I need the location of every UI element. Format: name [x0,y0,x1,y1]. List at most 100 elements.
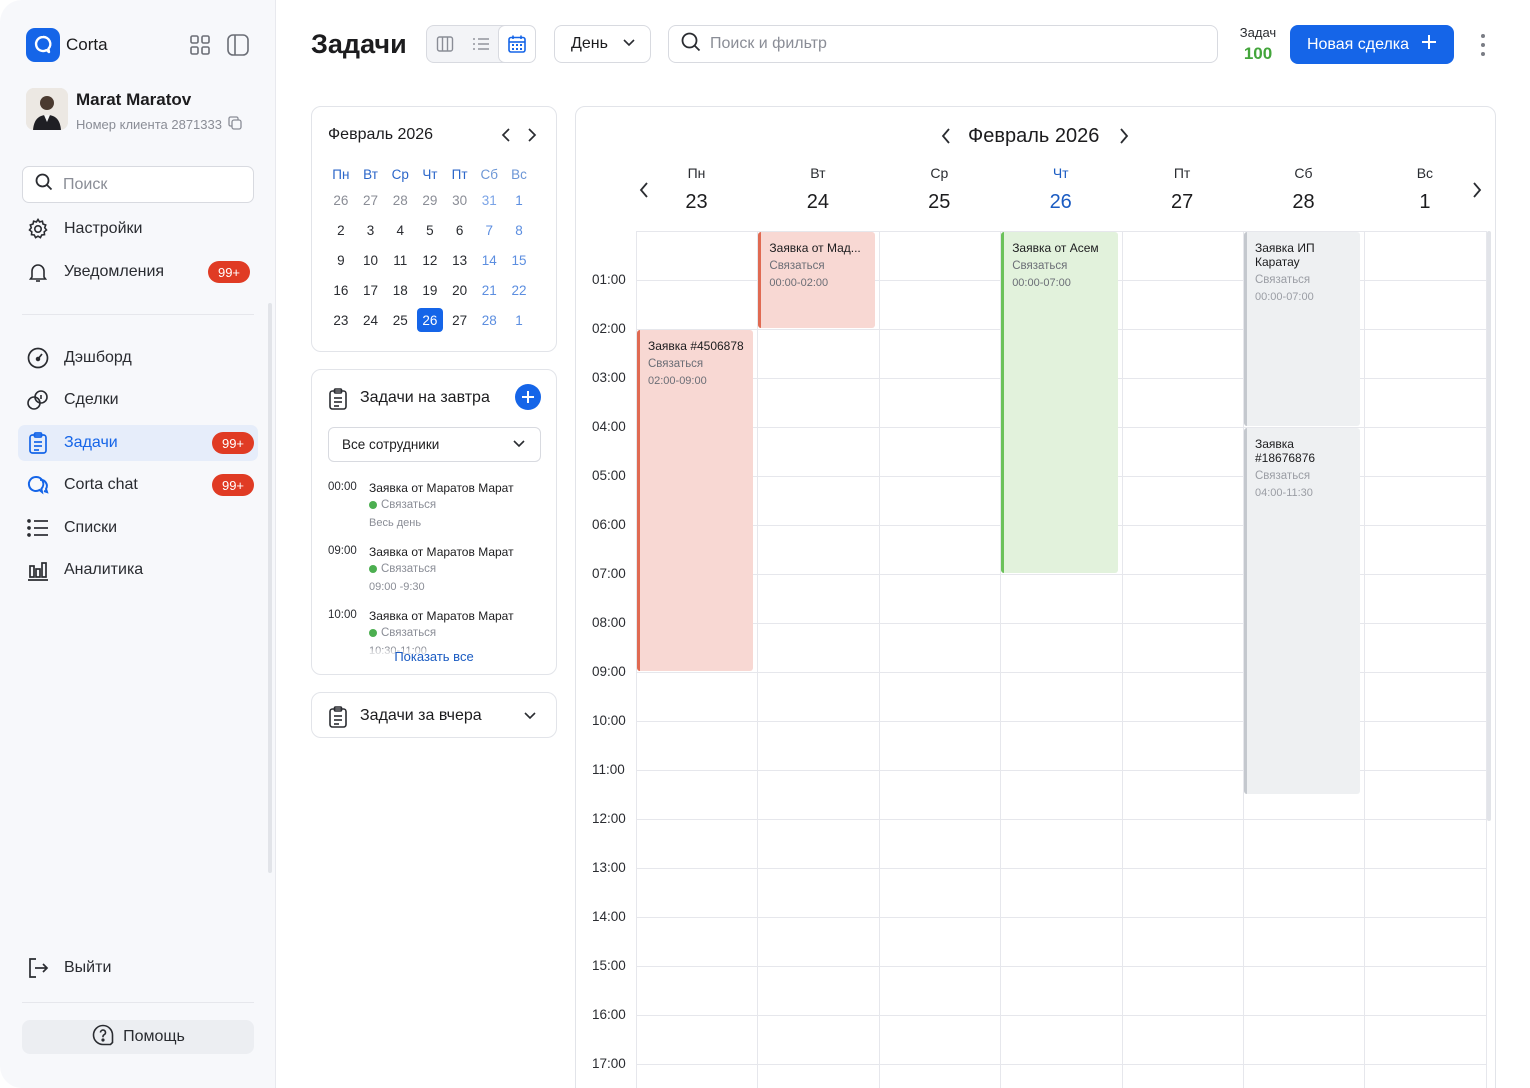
hour-label: 11:00 [592,762,625,777]
add-task-button[interactable] [515,384,541,410]
mini-calendar-day[interactable]: 1 [504,305,534,335]
mini-calendar-day[interactable]: 10 [356,245,386,275]
calendar-event[interactable]: Заявка от Асем Связаться 00:00-07:00 [1001,232,1118,573]
next-month-icon[interactable] [1116,126,1132,146]
sidebar-item-notifications[interactable]: Уведомления 99+ [18,254,258,290]
chevron-right-icon[interactable] [524,126,540,144]
user-profile[interactable]: Marat Maratov Номер клиента 2871333 [26,88,242,133]
mini-calendar-day[interactable]: 27 [445,305,475,335]
mini-calendar-day[interactable]: 5 [415,215,445,245]
hour-label: 07:00 [592,566,626,581]
mini-calendar-day[interactable]: 21 [474,275,504,305]
weekday-header: Сб [480,166,499,182]
chevron-left-icon[interactable] [498,126,514,144]
view-switcher [426,25,536,63]
tasks-yesterday-panel[interactable]: Задачи за вчера [311,692,557,738]
apps-grid-icon[interactable] [188,33,212,57]
sidebar-search-input[interactable]: Поиск [22,166,254,203]
more-options-icon[interactable] [1473,34,1493,56]
sidebar-item-tasks[interactable]: Задачи 99+ [18,425,258,461]
calendar-event[interactable]: Заявка от Мад... Связаться 00:00-02:00 [758,232,875,328]
show-all-link[interactable]: Показать все [312,649,556,664]
mini-calendar-day[interactable]: 8 [504,215,534,245]
mini-calendar-day[interactable]: 23 [326,305,356,335]
day-header[interactable]: Чт 26 [1000,165,1121,214]
calendar-event[interactable]: Заявка #4506878 Связаться 02:00-09:00 [637,330,754,671]
mini-calendar-day[interactable]: 26 [415,305,445,335]
sidebar-item-dashboard[interactable]: Дэшборд [18,340,258,376]
mini-calendar-day[interactable]: 2 [326,215,356,245]
mini-calendar-day[interactable]: 17 [356,275,386,305]
calendar-view-icon[interactable] [498,25,536,63]
mini-calendar-day[interactable]: 6 [445,215,475,245]
mini-calendar-day[interactable]: 26 [326,185,356,215]
mini-calendar-day[interactable]: 15 [504,245,534,275]
day-header[interactable]: Сб 28 [1243,165,1364,214]
mini-calendar-day[interactable]: 9 [326,245,356,275]
mini-calendar-day[interactable]: 7 [474,215,504,245]
sidebar-item-lists[interactable]: Списки [18,510,258,546]
user-name: Marat Maratov [76,90,192,109]
mini-calendar-day[interactable]: 24 [356,305,386,335]
mini-calendar-day[interactable]: 27 [356,185,386,215]
hour-label: 04:00 [592,419,626,434]
sidebar-item-label: Настройки [64,220,143,237]
tasks-counter: Задач 100 [1239,25,1277,63]
sidebar-item-analytics[interactable]: Аналитика [18,552,258,588]
help-button[interactable]: Помощь [22,1020,254,1054]
hour-label: 09:00 [592,664,626,679]
day-header[interactable]: Пт 27 [1122,165,1243,214]
brand-logo[interactable]: Corta [26,28,108,62]
mini-calendar-day[interactable]: 11 [385,245,415,275]
mini-calendar-day[interactable]: 14 [474,245,504,275]
hour-label: 08:00 [592,615,626,630]
search-filter-input[interactable]: Поиск и фильтр [668,25,1218,63]
status-dot-icon [369,501,377,509]
view-mode-dropdown[interactable]: День [554,25,651,63]
copy-icon[interactable] [228,116,242,133]
mini-calendar-day[interactable]: 4 [385,215,415,245]
mini-calendar-day[interactable]: 22 [504,275,534,305]
new-deal-button[interactable]: Новая сделка [1290,25,1454,64]
mini-calendar-day[interactable]: 19 [415,275,445,305]
mini-calendar-day[interactable]: 1 [504,185,534,215]
mini-calendar-day[interactable]: 28 [474,305,504,335]
sidebar-item-label: Сделки [64,391,119,408]
calendar-event[interactable]: Заявка #18676876 Связаться 04:00-11:30 [1244,428,1361,794]
mini-calendar-day[interactable]: 29 [415,185,445,215]
mini-calendar-day[interactable]: 16 [326,275,356,305]
logout-button[interactable]: Выйти [18,950,258,986]
mini-calendar-day[interactable]: 20 [445,275,475,305]
mini-calendar-day[interactable]: 12 [415,245,445,275]
mini-calendar-day[interactable]: 30 [445,185,475,215]
mini-calendar-day[interactable]: 28 [385,185,415,215]
prev-month-icon[interactable] [938,126,954,146]
day-header[interactable]: Вт 24 [757,165,878,214]
hour-label: 01:00 [592,272,626,287]
sidebar-item-deals[interactable]: Сделки [18,382,258,418]
sidebar-toggle-icon[interactable] [226,33,250,57]
sidebar-item-corta-chat[interactable]: Corta chat 99+ [18,467,258,503]
sidebar-scrollbar[interactable] [268,303,272,873]
mini-calendar-grid: Пн Вт Ср Чт Пт Сб Вс 26 27 28 29 30 31 1 2 3 4 5 6 7 8 9 10 11 1… [326,163,534,335]
employee-filter-dropdown[interactable]: Все сотрудники [328,427,541,462]
mini-calendar-day[interactable]: 3 [356,215,386,245]
list-view-icon[interactable] [463,26,499,62]
mini-calendar-day[interactable]: 18 [385,275,415,305]
day-column-divider [1364,231,1366,1088]
week-calendar: Февраль 2026 Пн 23 Вт 24 Ср 25 Чт 26 Пт 27 Сб 28 Вс 1… [575,106,1496,1088]
board-view-icon[interactable] [427,26,463,62]
sidebar-item-label: Задачи [64,434,118,451]
calendar-scrollbar[interactable] [1487,231,1491,821]
day-header[interactable]: Вс 1 [1364,165,1485,214]
sidebar-item-settings[interactable]: Настройки [18,211,258,247]
calendar-event[interactable]: Заявка ИП Каратау Связаться 00:00-07:00 [1244,232,1361,426]
mini-calendar-day[interactable]: 13 [445,245,475,275]
mini-calendar-day[interactable]: 31 [474,185,504,215]
day-header[interactable]: Пн 23 [636,165,757,214]
page-title: Задачи [311,29,407,59]
day-header[interactable]: Ср 25 [879,165,1000,214]
weekday-header: Ср [391,166,409,182]
hour-label: 02:00 [592,321,626,336]
mini-calendar-day[interactable]: 25 [385,305,415,335]
